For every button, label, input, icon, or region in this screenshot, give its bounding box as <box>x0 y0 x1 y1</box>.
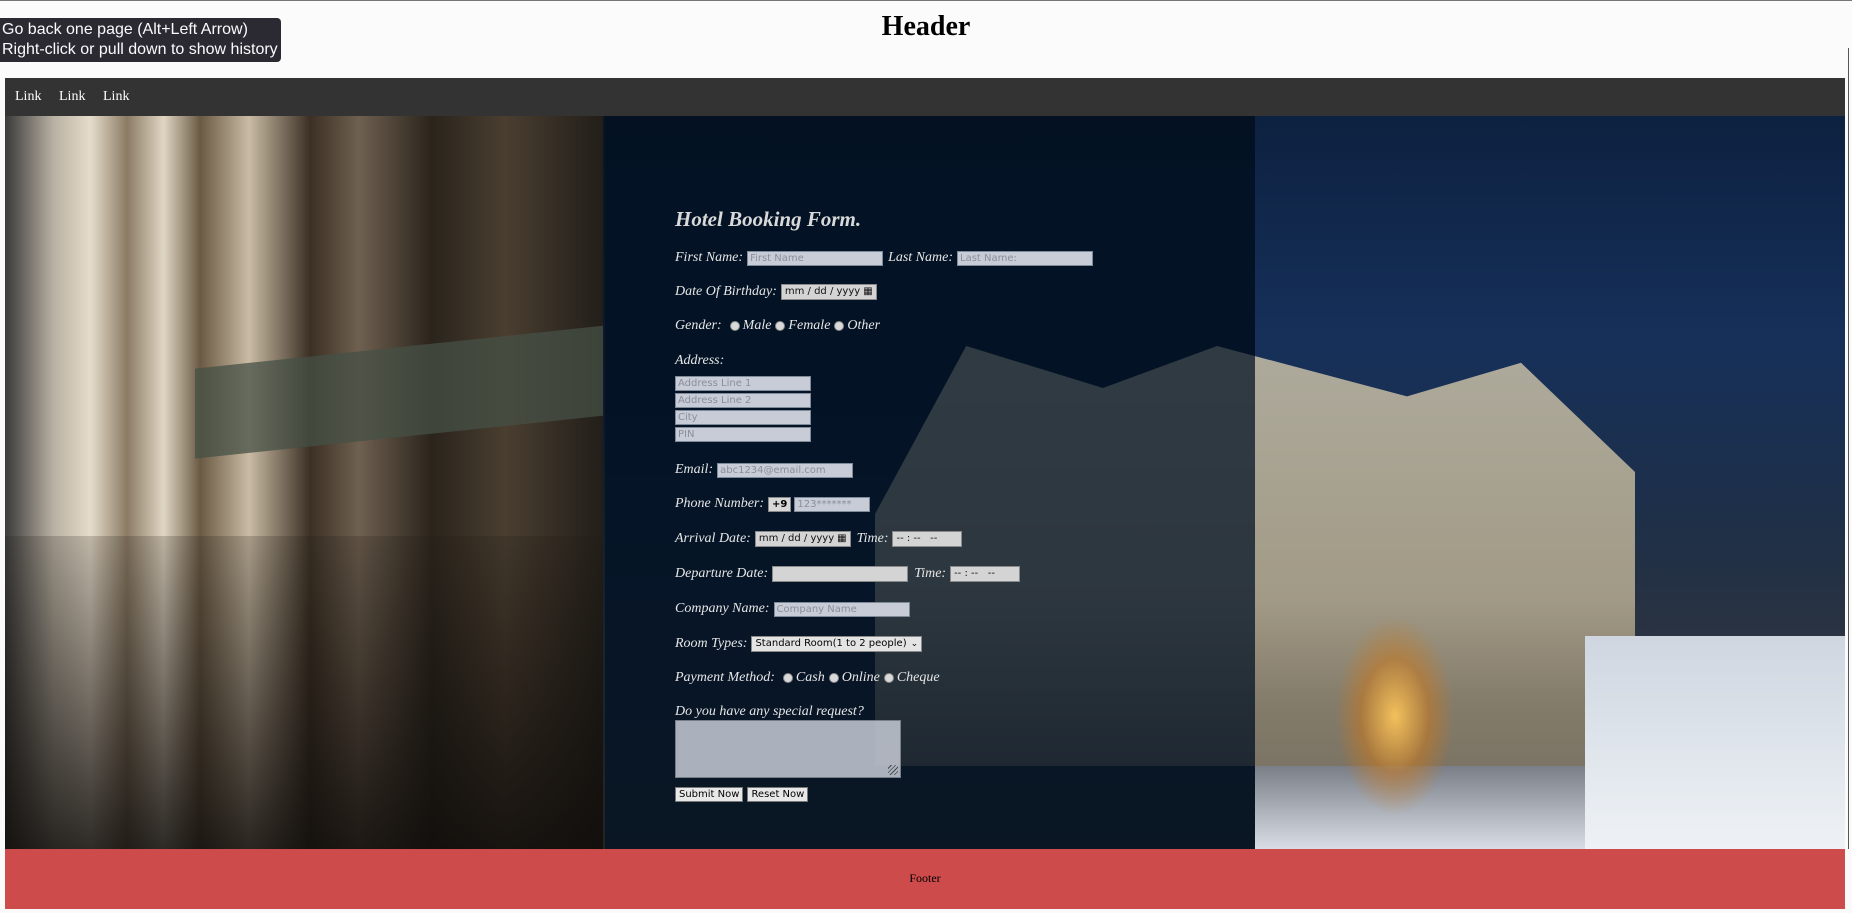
gender-female-radio[interactable] <box>775 321 786 331</box>
last-name-label: Last Name: <box>888 250 954 265</box>
dob-row: Date Of Birthday: mm / dd / yyyy ▦ <box>675 282 877 302</box>
first-name-label: First Name: <box>675 250 744 265</box>
name-row: First Name: First Name Last Name: Last N… <box>675 248 1094 268</box>
departure-row: Departure Date: Time: -- : -- -- <box>675 564 1021 584</box>
address-line2-input[interactable]: Address Line 2 <box>675 392 811 408</box>
company-label: Company Name: <box>675 601 770 616</box>
last-name-input[interactable]: Last Name: <box>957 250 1094 266</box>
city-input[interactable]: City <box>675 409 811 425</box>
special-request-label-row: Do you have any special request? <box>675 702 864 722</box>
gender-male-label: Male <box>742 318 772 333</box>
tooltip-line-1: Go back one page (Alt+Left Arrow) <box>2 21 248 38</box>
address-line1-row: Address Line 1 <box>675 375 811 391</box>
gender-other-radio[interactable] <box>834 321 845 331</box>
gender-row: Gender: Male Female Other <box>675 316 880 336</box>
snowy-hill-image <box>1585 636 1845 849</box>
room-type-select[interactable]: Standard Room(1 to 2 people) ⌄ <box>751 636 923 652</box>
address-line1-input[interactable]: Address Line 1 <box>675 375 811 391</box>
nav-bar: Link Link Link <box>5 78 1845 116</box>
hotel-entrance-image <box>5 116 615 849</box>
gender-female-label: Female <box>788 318 831 333</box>
email-input[interactable]: abc1234@email.com <box>717 462 854 478</box>
payment-cheque-radio[interactable] <box>883 673 894 683</box>
nav-link-2[interactable]: Link <box>59 89 85 105</box>
chevron-down-icon: ⌄ <box>910 639 919 649</box>
pin-input[interactable]: PIN <box>675 426 811 442</box>
scrollbar-track[interactable] <box>1848 48 1849 849</box>
arrival-time-input[interactable]: -- : -- -- <box>892 531 963 547</box>
phone-input[interactable]: 123******* <box>794 496 871 512</box>
dob-value: mm / dd / yyyy <box>784 286 861 297</box>
departure-date-label: Departure Date: <box>675 566 769 581</box>
dob-input[interactable]: mm / dd / yyyy ▦ <box>780 284 877 300</box>
hotel-booking-form: Hotel Booking Form. First Name: First Na… <box>675 116 1235 849</box>
phone-code[interactable]: +9 <box>768 496 792 512</box>
arrival-time-label: Time: <box>856 531 889 546</box>
company-input[interactable]: Company Name <box>773 601 910 617</box>
email-label: Email: <box>675 462 714 477</box>
nav-link-3[interactable]: Link <box>103 89 129 105</box>
payment-online-label: Online <box>841 670 880 685</box>
page-footer: Footer <box>5 849 1845 909</box>
payment-cash-radio[interactable] <box>782 673 793 683</box>
address-line2-row: Address Line 2 <box>675 392 811 408</box>
departure-time-input[interactable]: -- : -- -- <box>950 566 1021 582</box>
address-label-row: Address: <box>675 351 724 371</box>
form-title: Hotel Booking Form. <box>675 207 862 231</box>
back-button-tooltip: Go back one page (Alt+Left Arrow) Right-… <box>0 18 281 62</box>
phone-label: Phone Number: <box>675 496 765 511</box>
footer-text: Footer <box>909 871 941 885</box>
pin-row: PIN <box>675 426 811 442</box>
company-row: Company Name: Company Name <box>675 599 910 619</box>
payment-online-radio[interactable] <box>828 673 839 683</box>
tooltip-line-2: Right-click or pull down to show history <box>2 41 278 58</box>
arrival-date-label: Arrival Date: <box>675 531 751 546</box>
nav-link-1[interactable]: Link <box>15 89 41 105</box>
first-name-input[interactable]: First Name <box>747 250 884 266</box>
room-type-label: Room Types: <box>675 636 748 651</box>
room-type-value: Standard Room(1 to 2 people) <box>755 638 907 649</box>
dob-label: Date Of Birthday: <box>675 284 777 299</box>
phone-row: Phone Number: +9 123******* <box>675 494 871 514</box>
arrival-row: Arrival Date: mm / dd / yyyy ▦ Time: -- :… <box>675 529 963 549</box>
calendar-icon[interactable]: ▦ <box>837 533 846 544</box>
departure-date-input[interactable] <box>772 566 909 582</box>
email-row: Email: abc1234@email.com <box>675 460 854 480</box>
gender-label: Gender: <box>675 318 722 333</box>
hero-background: Hotel Booking Form. First Name: First Na… <box>5 116 1845 849</box>
gender-other-label: Other <box>847 318 881 333</box>
special-request-textarea[interactable] <box>675 720 901 778</box>
arrival-date-input[interactable]: mm / dd / yyyy ▦ <box>754 531 851 547</box>
arrival-date-value: mm / dd / yyyy <box>758 533 835 544</box>
payment-cheque-label: Cheque <box>896 670 940 685</box>
submit-button[interactable]: Submit Now <box>675 786 744 802</box>
payment-row: Payment Method: Cash Online Cheque <box>675 668 940 688</box>
reset-button[interactable]: Reset Now <box>747 786 809 802</box>
calendar-icon[interactable]: ▦ <box>863 286 872 297</box>
address-label: Address: <box>675 353 725 368</box>
resize-grip-icon[interactable] <box>888 765 898 775</box>
room-row: Room Types: Standard Room(1 to 2 people)… <box>675 634 923 654</box>
payment-cash-label: Cash <box>795 670 825 685</box>
form-buttons-row: Submit Now Reset Now <box>675 786 812 802</box>
gender-male-radio[interactable] <box>729 321 740 331</box>
departure-time-label: Time: <box>914 566 947 581</box>
payment-label: Payment Method: <box>675 670 775 685</box>
christmas-tree-image <box>1335 616 1455 816</box>
special-request-label: Do you have any special request? <box>675 704 864 719</box>
city-row: City <box>675 409 811 425</box>
